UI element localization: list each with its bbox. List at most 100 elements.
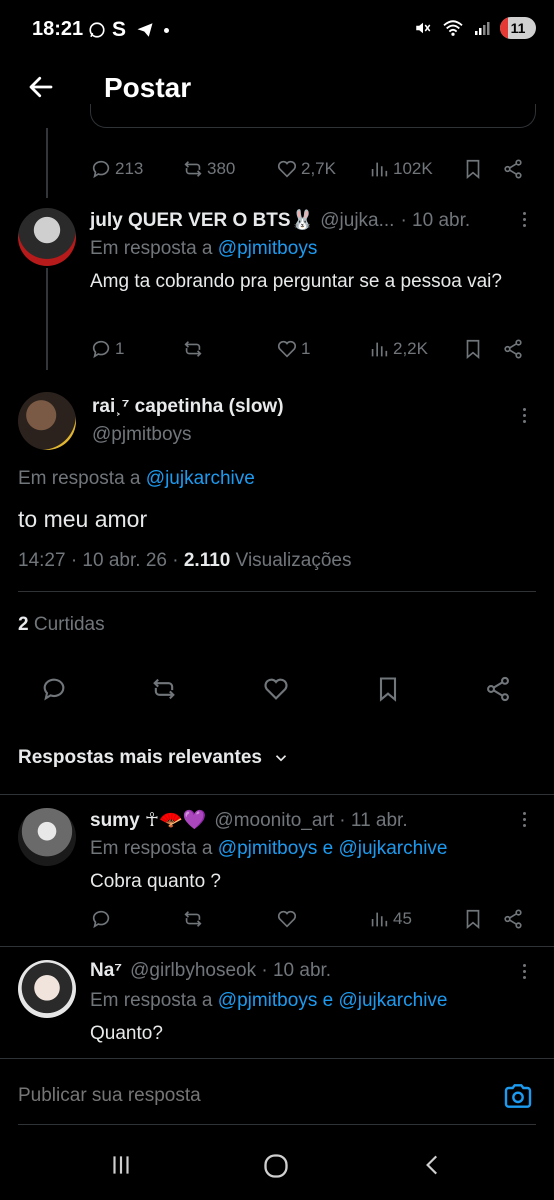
divider — [0, 794, 554, 795]
back-button[interactable] — [26, 72, 56, 102]
thread-line — [46, 128, 48, 198]
share-button[interactable] — [502, 908, 524, 930]
reply-icon — [92, 910, 110, 929]
like-count: 2,7K — [301, 159, 336, 178]
share-icon — [504, 909, 522, 929]
views-button[interactable]: 2,2K — [368, 338, 462, 360]
reply-button[interactable] — [40, 675, 68, 708]
views-icon — [371, 162, 388, 177]
reply-button[interactable]: 213 — [90, 158, 182, 180]
handle[interactable]: @jujka... — [320, 210, 394, 232]
avatar[interactable] — [18, 208, 76, 266]
share-button[interactable] — [502, 338, 524, 360]
share-button[interactable] — [502, 158, 524, 180]
bookmark-button[interactable] — [462, 158, 502, 180]
display-name[interactable]: rai˲⁷ capetinha (slow) — [92, 396, 284, 418]
more-options-button[interactable] — [520, 212, 530, 230]
share-icon — [504, 159, 522, 179]
repost-button[interactable] — [150, 675, 178, 708]
share-icon — [487, 676, 509, 702]
repost-button[interactable]: 380 — [182, 158, 276, 180]
s-app-icon: S — [112, 18, 131, 41]
more-options-button[interactable] — [520, 964, 530, 982]
heart-icon — [277, 160, 297, 178]
reply-icon — [43, 678, 65, 701]
divider — [18, 591, 536, 592]
reply-to-link[interactable]: @pjmitboys e @jujkarchive — [218, 838, 448, 859]
heart-icon — [264, 678, 288, 700]
reply-prefix: Em resposta a — [90, 238, 213, 259]
reply-to-link[interactable]: @jujkarchive — [146, 468, 255, 489]
like-button[interactable]: 1 — [276, 338, 368, 360]
battery-icon: 11 — [500, 17, 536, 39]
main-action-row — [40, 675, 520, 705]
views-button[interactable]: 102K — [368, 158, 462, 180]
reply-prefix: Em resposta a — [90, 990, 213, 1011]
handle-and-date[interactable]: @moonito_art · 11 abr. — [214, 810, 407, 832]
signal-icon — [475, 22, 490, 35]
bookmark-button[interactable] — [462, 338, 502, 360]
tweet-header: Na⁷ @girlbyhoseok · 10 abr. — [90, 960, 510, 982]
bookmark-button[interactable] — [374, 675, 402, 708]
sort-label: Respostas mais relevantes — [18, 747, 262, 768]
avatar[interactable] — [18, 808, 76, 866]
more-options-button[interactable] — [520, 408, 530, 426]
more-options-button[interactable] — [520, 812, 530, 830]
views-count: 102K — [393, 159, 433, 178]
repost-count: 380 — [207, 159, 236, 178]
tweet-timestamp: 14:27 · 10 abr. 26 · — [18, 550, 179, 571]
reply-to-link[interactable]: @pjmitboys e @jujkarchive — [218, 990, 448, 1011]
repost-icon — [153, 678, 175, 700]
likes-summary[interactable]: 2 Curtidas — [18, 614, 105, 636]
status-time: 18:21 — [32, 18, 84, 40]
bookmark-icon — [466, 909, 480, 930]
reply-button[interactable]: 1 — [90, 338, 182, 360]
reply-to-link[interactable]: @pjmitboys — [218, 238, 318, 259]
reply-prefix: Em resposta a — [18, 468, 141, 489]
avatar[interactable] — [18, 960, 76, 1018]
like-button[interactable] — [262, 675, 290, 708]
home-button[interactable] — [262, 1152, 290, 1185]
wifi-icon — [443, 20, 463, 36]
reply-composer-input[interactable] — [18, 1078, 478, 1114]
repost-button[interactable] — [182, 338, 276, 360]
views-count: 2.110 — [183, 550, 231, 571]
views-icon — [371, 912, 388, 927]
reply-to-line: Em resposta a @pjmitboys e @jujkarchive — [90, 990, 448, 1012]
reply-action-row: 45 — [90, 908, 530, 930]
reply-to-line: Em resposta a @pjmitboys e @jujkarchive — [90, 838, 448, 860]
display-name[interactable]: Na⁷ — [90, 960, 122, 982]
chevron-down-icon — [275, 755, 287, 762]
main-tweet-text: to meu amor — [18, 506, 148, 532]
handle[interactable]: @pjmitboys — [92, 424, 192, 446]
likes-label: Curtidas — [33, 614, 105, 635]
reply-button[interactable] — [90, 908, 182, 930]
system-back-button[interactable] — [420, 1152, 446, 1183]
tweet-text: Cobra quanto ? — [90, 871, 221, 892]
likes-count: 2 — [18, 614, 29, 635]
share-button[interactable] — [484, 675, 512, 708]
repost-button[interactable] — [182, 908, 276, 930]
views-icon — [371, 342, 388, 357]
camera-button[interactable] — [502, 1080, 534, 1112]
quoted-card-bottom[interactable] — [90, 104, 536, 128]
status-app-icons: S — [88, 18, 170, 42]
sort-replies-button[interactable]: Respostas mais relevantes — [18, 747, 290, 769]
display-name[interactable]: july QUER VER O BTS🐰 — [90, 208, 314, 232]
reply-prefix: Em resposta a — [90, 838, 213, 859]
share-icon — [504, 339, 522, 359]
bookmark-icon — [379, 677, 397, 702]
like-button[interactable]: 2,7K — [276, 158, 368, 180]
recent-apps-button[interactable] — [108, 1152, 134, 1183]
handle-and-date[interactable]: @girlbyhoseok · 10 abr. — [130, 960, 331, 982]
bookmark-button[interactable] — [462, 908, 502, 930]
views-count: 2,2K — [393, 339, 428, 358]
tweet-header: sumy ☥🪭💜 @moonito_art · 11 abr. — [90, 808, 510, 832]
reply-to-line: Em resposta a @jujkarchive — [18, 468, 255, 490]
display-name[interactable]: sumy ☥🪭💜 — [90, 808, 206, 832]
reply-to-line: Em resposta a @pjmitboys — [90, 238, 317, 260]
bookmark-icon — [466, 159, 480, 180]
like-button[interactable] — [276, 908, 368, 930]
avatar[interactable] — [18, 392, 76, 450]
views-button[interactable]: 45 — [368, 908, 462, 930]
